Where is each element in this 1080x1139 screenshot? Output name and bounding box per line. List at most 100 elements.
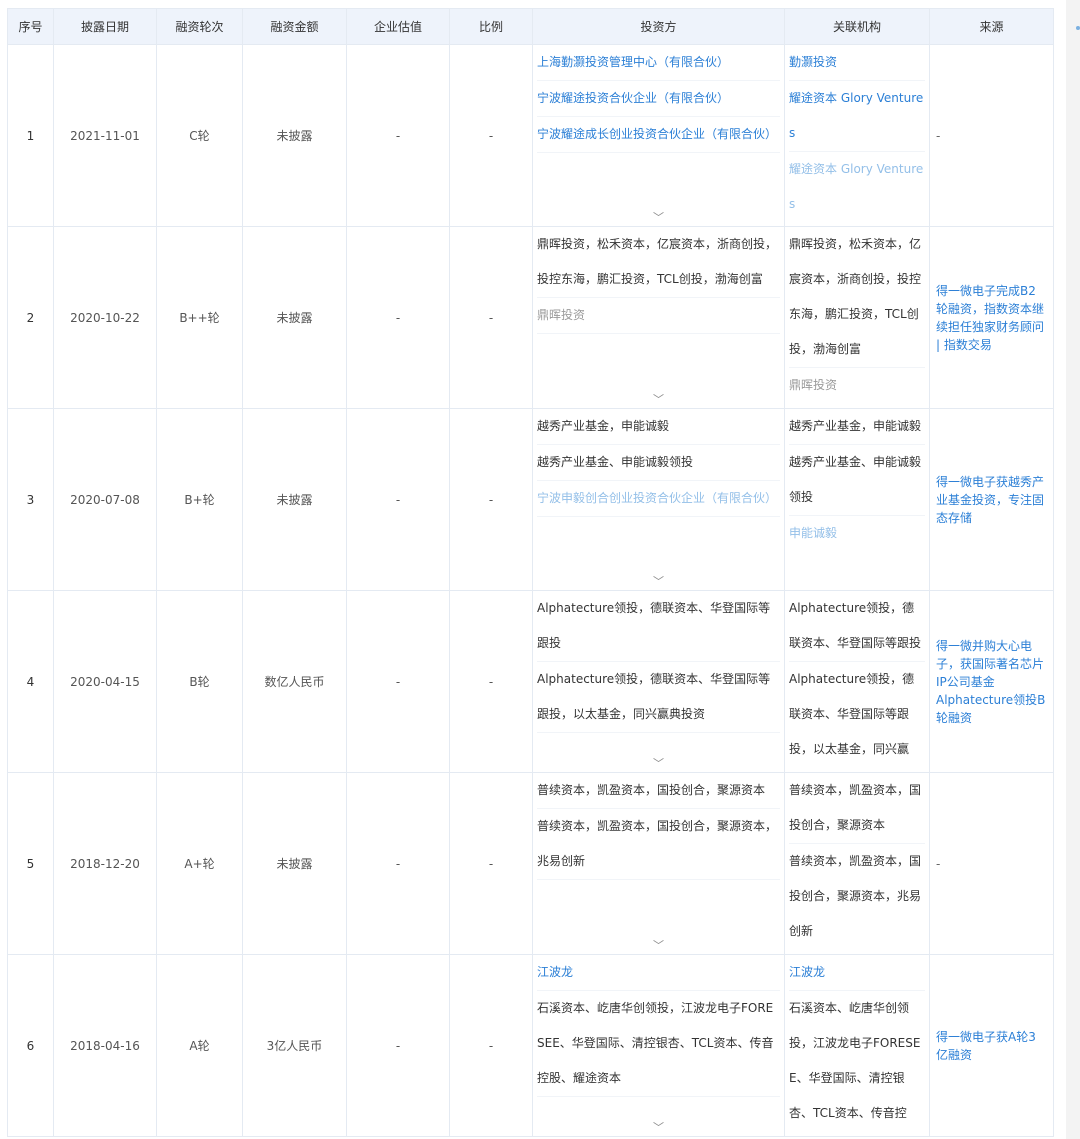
- expand-chevron-icon[interactable]: ﹀: [537, 1114, 780, 1134]
- related-org-entry: Alphatecture领投，德联资本、华登国际等跟投，以太基金，同兴赢: [789, 672, 915, 756]
- related-org-entry[interactable]: 申能诚毅: [789, 516, 925, 551]
- related-orgs-cell: Alphatecture领投，德联资本、华登国际等跟投 Alphatecture领…: [784, 590, 930, 773]
- valuation-cell: -: [346, 408, 450, 591]
- header-col-date: 披露日期: [53, 8, 157, 45]
- investors-cell: 上海勤灏投资管理中心（有限合伙） 宁波耀途投资合伙企业（有限合伙） 宁波耀途成长创业…: [532, 44, 785, 227]
- scrollbar-track[interactable]: [1066, 0, 1080, 1139]
- header-col-index: 序号: [7, 8, 54, 45]
- investor-entry: Alphatecture领投，德联资本、华登国际等跟投: [537, 592, 780, 662]
- investors-cell: 江波龙 石溪资本、屹唐华创领投，江波龙电子FORESEE、华登国际、清控银杏、TC…: [532, 954, 785, 1137]
- expand-chevron-icon[interactable]: ﹀: [537, 750, 780, 770]
- related-orgs-cell: 鼎晖投资，松禾资本，亿宸资本，浙商创投，投控东海，鹏汇投资，TCL创投，渤海创富…: [784, 226, 930, 409]
- funding-amount-cell: 未披露: [242, 408, 347, 591]
- disclosure-date-cell: 2020-10-22: [53, 226, 157, 409]
- investors-cell: 越秀产业基金，申能诚毅 越秀产业基金、申能诚毅领投 宁波申毅创合创业投资合伙企业（有…: [532, 408, 785, 591]
- related-orgs-cell: 越秀产业基金，申能诚毅 越秀产业基金、申能诚毅领投 申能诚毅: [784, 408, 930, 591]
- disclosure-date-cell: 2020-07-08: [53, 408, 157, 591]
- related-org-entry[interactable]: 耀途资本 Glory Ventures: [789, 81, 925, 152]
- disclosure-date-cell: 2021-11-01: [53, 44, 157, 227]
- funding-round-cell: B++轮: [156, 226, 243, 409]
- related-org-entry: Alphatecture领投，德联资本、华登国际等跟投: [789, 592, 925, 662]
- disclosure-date-cell: 2018-12-20: [53, 772, 157, 955]
- table-row: 2 2020-10-22 B++轮 未披露 - - 鼎晖投资，松禾资本，亿宸资本，浙商创投，…: [7, 226, 1054, 409]
- related-org-entry: 鼎晖投资，松禾资本，亿宸资本，浙商创投，投控东海，鹏汇投资，TCL创投，渤海创富: [789, 228, 925, 368]
- ratio-cell: -: [449, 408, 533, 591]
- valuation-cell: -: [346, 44, 450, 227]
- expand-chevron-icon[interactable]: ﹀: [537, 386, 780, 406]
- header-col-source: 来源: [929, 8, 1054, 45]
- investor-entry: Alphatecture领投，德联资本、华登国际等跟投，以太基金，同兴赢典投资: [537, 662, 780, 733]
- funding-amount-cell: 3亿人民币: [242, 954, 347, 1137]
- funding-round-cell: B轮: [156, 590, 243, 773]
- investor-entry: 越秀产业基金、申能诚毅领投: [537, 445, 780, 481]
- header-col-orgs: 关联机构: [784, 8, 930, 45]
- source-news-link[interactable]: 得一微电子获越秀产业基金投资，专注固态存储: [929, 408, 1054, 591]
- related-org-entry: 越秀产业基金、申能诚毅领投: [789, 445, 925, 516]
- related-orgs-cell: 江波龙 石溪资本、屹唐华创领投，江波龙电子FORESEE、华登国际、清控银杏、TC…: [784, 954, 930, 1137]
- header-col-investors: 投资方: [532, 8, 785, 45]
- related-orgs-cell: 勤灏投资 耀途资本 Glory Ventures 耀途资本 Glory Ventur…: [784, 44, 930, 227]
- related-orgs-cell: 普续资本，凯盈资本，国投创合，聚源资本普续资本，凯盈资本，国投创合，聚源资本，兆…: [784, 772, 930, 955]
- investors-cell: Alphatecture领投，德联资本、华登国际等跟投 Alphatecture领…: [532, 590, 785, 773]
- funding-amount-cell: 未披露: [242, 226, 347, 409]
- header-col-valuation: 企业估值: [346, 8, 450, 45]
- ratio-cell: -: [449, 44, 533, 227]
- source-cell: -: [929, 772, 1054, 955]
- investor-entry: 鼎晖投资: [537, 298, 780, 334]
- funding-round-cell: A轮: [156, 954, 243, 1137]
- related-org-entry[interactable]: 江波龙: [789, 956, 925, 991]
- investors-cell: 鼎晖投资，松禾资本，亿宸资本，浙商创投，投控东海，鹏汇投资，TCL创投，渤海创富…: [532, 226, 785, 409]
- header-col-ratio: 比例: [449, 8, 533, 45]
- related-org-entry: 普续资本，凯盈资本，国投创合，聚源资本: [789, 774, 925, 844]
- table-header-row: 序号 披露日期 融资轮次 融资金额 企业估值 比例 投资方 关联机构 来源: [7, 8, 1054, 45]
- investor-entry: 越秀产业基金，申能诚毅: [537, 410, 780, 445]
- row-index-cell: 6: [7, 954, 54, 1137]
- funding-amount-cell: 未披露: [242, 772, 347, 955]
- valuation-cell: -: [346, 954, 450, 1137]
- row-index-cell: 3: [7, 408, 54, 591]
- investor-entry[interactable]: 江波龙: [537, 956, 780, 991]
- source-news-link[interactable]: 得一微并购大心电子，获国际著名芯片IP公司基金Alphatecture领投B轮融…: [929, 590, 1054, 773]
- related-org-entry[interactable]: 勤灏投资: [789, 46, 925, 81]
- investor-entry: 普续资本，凯盈资本，国投创合，聚源资本: [537, 774, 780, 809]
- row-index-cell: 1: [7, 44, 54, 227]
- valuation-cell: -: [346, 772, 450, 955]
- funding-round-cell: A+轮: [156, 772, 243, 955]
- table-row: 3 2020-07-08 B+轮 未披露 - - 越秀产业基金，申能诚毅 越秀产业基金、申能诚…: [7, 408, 1054, 591]
- ratio-cell: -: [449, 226, 533, 409]
- funding-amount-cell: 数亿人民币: [242, 590, 347, 773]
- disclosure-date-cell: 2018-04-16: [53, 954, 157, 1137]
- table-row: 1 2021-11-01 C轮 未披露 - - 上海勤灏投资管理中心（有限合伙） 宁波耀途投资…: [7, 44, 1054, 227]
- investor-entry[interactable]: 宁波耀途投资合伙企业（有限合伙）: [537, 81, 780, 117]
- table-row: 6 2018-04-16 A轮 3亿人民币 - - 江波龙 石溪资本、屹唐华创领投，江波龙电子…: [7, 954, 1054, 1137]
- row-index-cell: 5: [7, 772, 54, 955]
- related-org-entry: 越秀产业基金，申能诚毅: [789, 410, 925, 445]
- financing-history-table: 序号 披露日期 融资轮次 融资金额 企业估值 比例 投资方 关联机构 来源 1 2021-11-0…: [7, 8, 1054, 1137]
- expand-chevron-icon[interactable]: ﹀: [537, 932, 780, 952]
- funding-round-cell: C轮: [156, 44, 243, 227]
- scroll-indicator-dot: [1076, 26, 1080, 30]
- row-index-cell: 4: [7, 590, 54, 773]
- investors-cell: 普续资本，凯盈资本，国投创合，聚源资本 普续资本，凯盈资本，国投创合，聚源资本，兆…: [532, 772, 785, 955]
- investor-entry[interactable]: 宁波申毅创合创业投资合伙企业（有限合伙）: [537, 481, 780, 517]
- ratio-cell: -: [449, 954, 533, 1137]
- related-org-entry: 鼎晖投资: [789, 378, 838, 392]
- table-body: 1 2021-11-01 C轮 未披露 - - 上海勤灏投资管理中心（有限合伙） 宁波耀途投资…: [7, 44, 1054, 1137]
- investor-entry[interactable]: 宁波耀途成长创业投资合伙企业（有限合伙）: [537, 117, 780, 153]
- header-col-round: 融资轮次: [156, 8, 243, 45]
- ratio-cell: -: [449, 590, 533, 773]
- investor-entry[interactable]: 上海勤灏投资管理中心（有限合伙）: [537, 46, 780, 81]
- source-news-link[interactable]: 得一微电子获A轮3亿融资: [929, 954, 1054, 1137]
- source-cell: -: [929, 44, 1054, 227]
- expand-chevron-icon[interactable]: ﹀: [537, 204, 780, 224]
- header-col-amount: 融资金额: [242, 8, 347, 45]
- source-news-link[interactable]: 得一微电子完成B2轮融资，指数资本继续担任独家财务顾问 | 指数交易: [929, 226, 1054, 409]
- investor-entry: 石溪资本、屹唐华创领投，江波龙电子FORESEE、华登国际、清控银杏、TCL资本…: [537, 991, 780, 1097]
- table-row: 5 2018-12-20 A+轮 未披露 - - 普续资本，凯盈资本，国投创合，聚源资本 普续…: [7, 772, 1054, 955]
- funding-round-cell: B+轮: [156, 408, 243, 591]
- expand-chevron-icon[interactable]: ﹀: [537, 568, 780, 588]
- related-org-entry[interactable]: 耀途资本 Glory Ventures: [789, 152, 925, 222]
- funding-amount-cell: 未披露: [242, 44, 347, 227]
- ratio-cell: -: [449, 772, 533, 955]
- related-org-entry: 普续资本，凯盈资本，国投创合，聚源资本，兆易创新: [789, 854, 922, 938]
